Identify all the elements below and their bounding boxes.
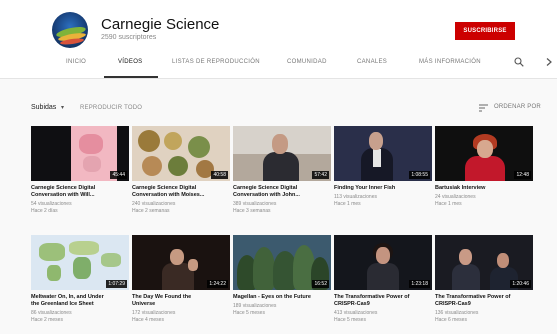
video-title[interactable]: Bartusiak Interview	[435, 185, 533, 192]
video-title[interactable]: Magellan - Eyes on the Future	[233, 294, 331, 301]
video-age: Hace 3 semanas	[233, 208, 271, 214]
video-title[interactable]: The Day We Found the Universe	[132, 294, 230, 308]
video-duration: 1:23:18	[409, 280, 430, 288]
tab-community[interactable]: COMUNIDAD	[287, 59, 327, 65]
channel-tabs: INICIO VÍDEOS LISTAS DE REPRODUCCIÓN COM…	[0, 56, 557, 78]
channel-avatar[interactable]	[52, 12, 88, 48]
video-thumbnail[interactable]: 45:44	[31, 126, 129, 181]
video-title[interactable]: The Transformative Power of CRISPR-Cas9	[334, 294, 432, 308]
video-duration: 45:44	[110, 171, 127, 179]
video-thumbnail[interactable]: 1:20:46	[435, 235, 533, 290]
tab-playlists[interactable]: LISTAS DE REPRODUCCIÓN	[172, 59, 260, 65]
video-thumbnail[interactable]: 1:07:29	[31, 235, 129, 290]
video-age: Hace 4 meses	[132, 317, 164, 323]
video-views: 86 visualizaciones	[31, 310, 72, 316]
video-thumbnail[interactable]: 40:58	[132, 126, 230, 181]
chevron-right-icon[interactable]	[545, 57, 553, 67]
video-views: 172 visualizaciones	[132, 310, 176, 316]
video-duration: 57:42	[312, 171, 329, 179]
channel-name: Carnegie Science	[101, 16, 220, 33]
video-thumbnail[interactable]: 1:08:55	[334, 126, 432, 181]
play-all-button[interactable]: REPRODUCIR TODO	[80, 105, 142, 111]
video-thumbnail[interactable]: 12:48	[435, 126, 533, 181]
video-title[interactable]: Meltwater On, In, and Under the Greenland…	[31, 294, 129, 308]
video-thumbnail[interactable]: 57:42	[233, 126, 331, 181]
video-views: 54 visualizaciones	[31, 201, 72, 207]
video-thumbnail[interactable]: 1:24:22	[132, 235, 230, 290]
video-duration: 1:20:46	[510, 280, 531, 288]
video-duration: 16:52	[312, 280, 329, 288]
video-views: 24 visualizaciones	[435, 194, 476, 200]
video-age: Hace 2 meses	[31, 317, 63, 323]
dropdown-caret-icon[interactable]: ▾	[61, 104, 64, 111]
tab-channels[interactable]: CANALES	[357, 59, 387, 65]
video-duration: 1:07:29	[106, 280, 127, 288]
video-views: 189 visualizaciones	[233, 303, 277, 309]
video-thumbnail[interactable]: 1:23:18	[334, 235, 432, 290]
video-views: 240 visualizaciones	[132, 201, 176, 207]
subscribe-button[interactable]: SUSCRIBIRSE	[455, 22, 515, 40]
video-age: Hace 6 meses	[435, 317, 467, 323]
video-views: 389 visualizaciones	[233, 201, 277, 207]
video-title[interactable]: Finding Your Inner Fish	[334, 185, 432, 192]
video-age: Hace 1 mes	[334, 201, 361, 207]
video-title[interactable]: Carnegie Science Digital Conversation wit…	[132, 185, 230, 199]
video-duration: 1:24:22	[207, 280, 228, 288]
channel-header: Carnegie Science 2590 suscriptores SUSCR…	[0, 0, 557, 79]
video-title[interactable]: Carnegie Science Digital Conversation wit…	[31, 185, 129, 199]
active-tab-indicator	[104, 76, 158, 78]
video-title[interactable]: The Transformative Power of CRISPR-Cas9	[435, 294, 533, 308]
video-age: Hace 5 meses	[334, 317, 366, 323]
video-duration: 40:58	[211, 171, 228, 179]
tab-about[interactable]: MÁS INFORMACIÓN	[419, 59, 481, 65]
subscriber-count: 2590 suscriptores	[101, 34, 157, 41]
video-views: 136 visualizaciones	[435, 310, 479, 316]
video-age: Hace 2 semanas	[132, 208, 170, 214]
uploads-filter[interactable]: Subidas	[31, 104, 56, 111]
video-duration: 12:48	[514, 171, 531, 179]
search-icon[interactable]	[514, 57, 524, 67]
video-duration: 1:08:55	[409, 171, 430, 179]
sort-icon[interactable]	[479, 104, 488, 112]
video-age: Hace 2 días	[31, 208, 58, 214]
video-views: 413 visualizaciones	[334, 310, 378, 316]
video-views: 113 visualizaciones	[334, 194, 377, 200]
tab-home[interactable]: INICIO	[66, 59, 86, 65]
video-thumbnail[interactable]: 16:52	[233, 235, 331, 290]
video-age: Hace 5 meses	[233, 310, 265, 316]
sort-button[interactable]: ORDENAR POR	[494, 104, 541, 110]
video-title[interactable]: Carnegie Science Digital Conversation wit…	[233, 185, 331, 199]
tab-videos[interactable]: VÍDEOS	[118, 59, 142, 65]
video-age: Hace 1 mes	[435, 201, 462, 207]
